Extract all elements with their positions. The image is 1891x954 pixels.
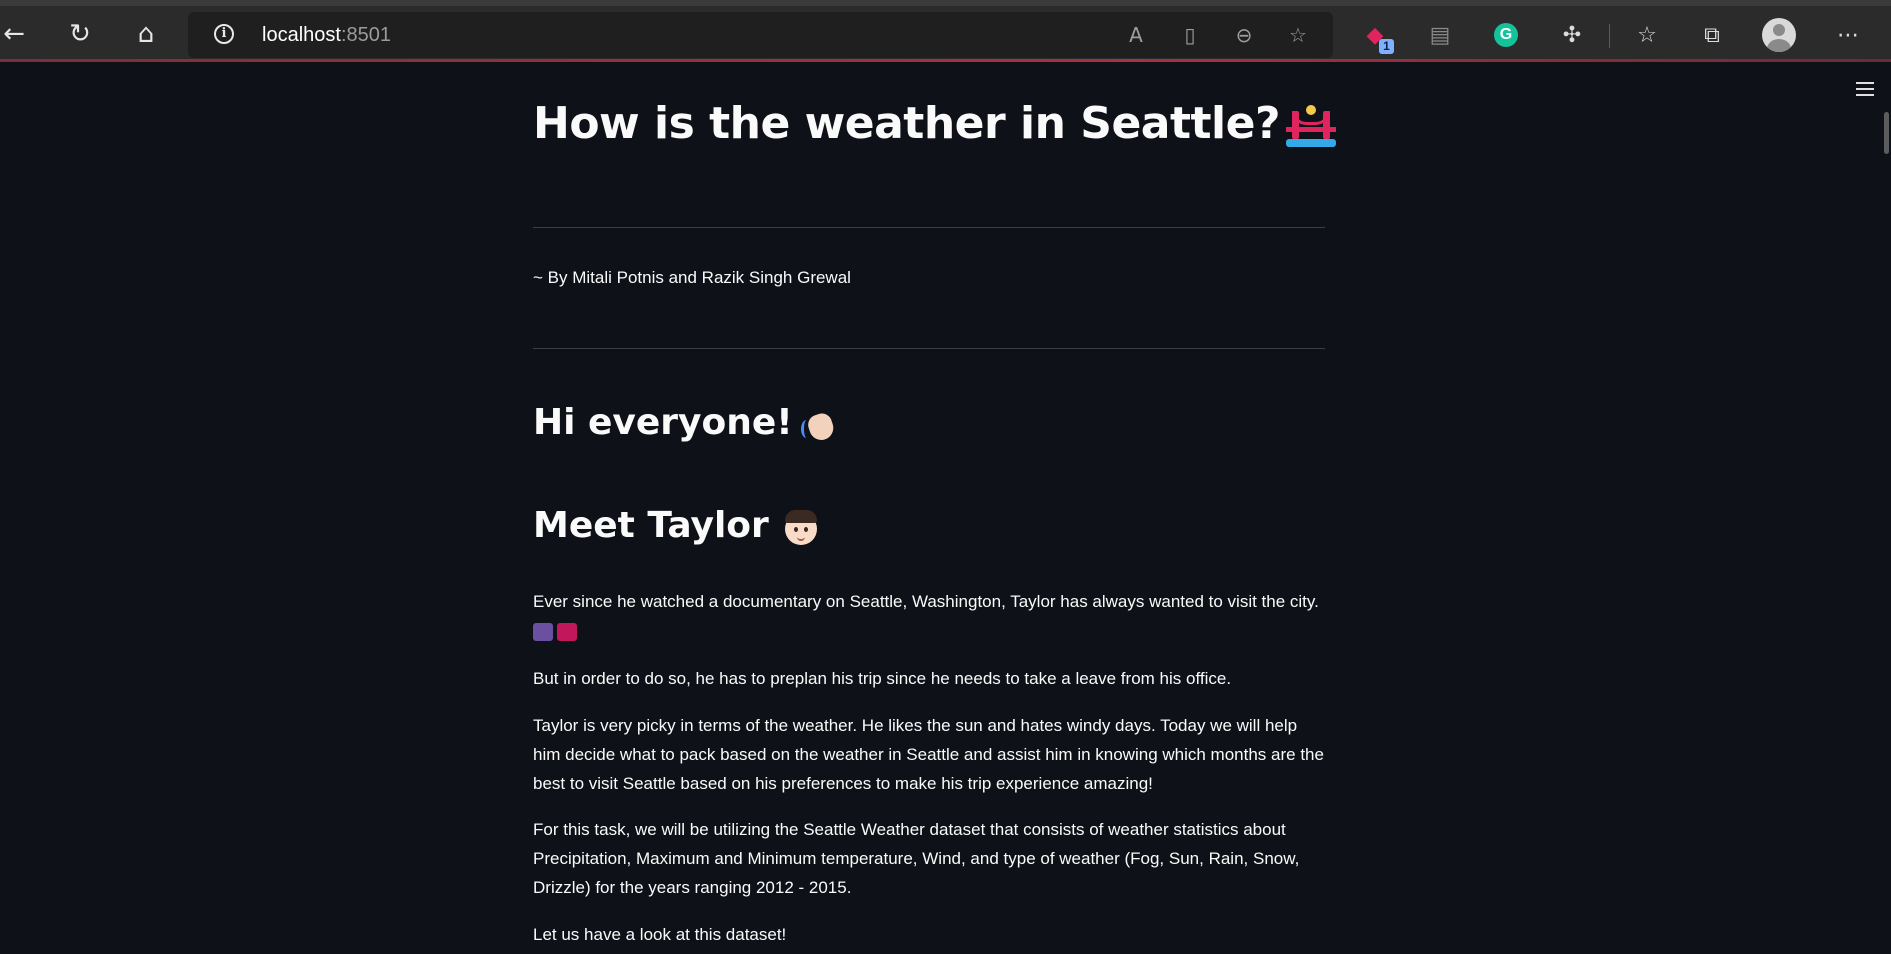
extension-icon[interactable]: ▤ (1423, 18, 1457, 52)
zoom-out-icon[interactable]: ⊖ (1229, 20, 1259, 50)
waving-hand-icon (800, 404, 841, 444)
boy-face-icon (781, 507, 821, 547)
paragraph-preferences: Taylor is very picky in terms of the wea… (533, 716, 1324, 793)
collections-icon[interactable]: ⧉ (1695, 18, 1729, 52)
home-icon[interactable]: ⌂ (128, 16, 164, 52)
refresh-icon[interactable]: ↻ (62, 16, 98, 52)
url-text[interactable]: localhost:8501 (262, 24, 391, 47)
puzzle-icon[interactable]: ✣ (1555, 18, 1589, 52)
meet-taylor-heading: Meet Taylor (533, 505, 821, 547)
paragraph-dataset: For this task, we will be utilizing the … (533, 820, 1300, 897)
page-load-bar (0, 59, 1891, 62)
page-title: How is the weather in Seattle? (533, 98, 1336, 149)
info-icon[interactable]: i (214, 24, 234, 44)
byline: ~ By Mitali Potnis and Razik Singh Grewa… (533, 268, 851, 287)
more-icon[interactable]: ⋯ (1831, 18, 1865, 52)
back-arrow-icon[interactable]: ← (0, 16, 32, 52)
toolbar-divider (1609, 24, 1610, 48)
extension-icon[interactable]: ◆ 1 (1358, 18, 1394, 54)
paragraph-lookahead: Let us have a look at this dataset! (533, 925, 787, 944)
cityscape-icon (533, 622, 553, 641)
grammarly-icon[interactable]: G (1489, 18, 1523, 52)
greeting-heading: Hi everyone! (533, 402, 841, 444)
scrollbar[interactable] (1884, 112, 1889, 154)
read-aloud-icon[interactable]: A (1121, 20, 1151, 50)
paragraph-intro: Ever since he watched a documentary on S… (533, 587, 1325, 645)
browser-toolbar: ← ↻ ⌂ i localhost:8501 A ▯ ⊖ ☆ ◆ 1 ▤ G ✣ … (0, 0, 1891, 60)
immersive-reader-icon[interactable]: ▯ (1175, 20, 1205, 50)
bridge-at-night-icon (1286, 105, 1336, 147)
address-bar[interactable]: i localhost:8501 A ▯ ⊖ ☆ (188, 12, 1333, 58)
hamburger-icon[interactable] (1854, 80, 1876, 98)
divider (533, 348, 1325, 349)
add-favorite-icon[interactable]: ☆ (1283, 20, 1313, 50)
profile-avatar[interactable] (1762, 18, 1796, 52)
paragraph-preplan: But in order to do so, he has to preplan… (533, 669, 1232, 688)
divider (533, 227, 1325, 228)
favorites-icon[interactable]: ☆ (1630, 18, 1664, 52)
extension-badge: 1 (1379, 39, 1394, 54)
bridge-at-night-icon (557, 622, 577, 641)
